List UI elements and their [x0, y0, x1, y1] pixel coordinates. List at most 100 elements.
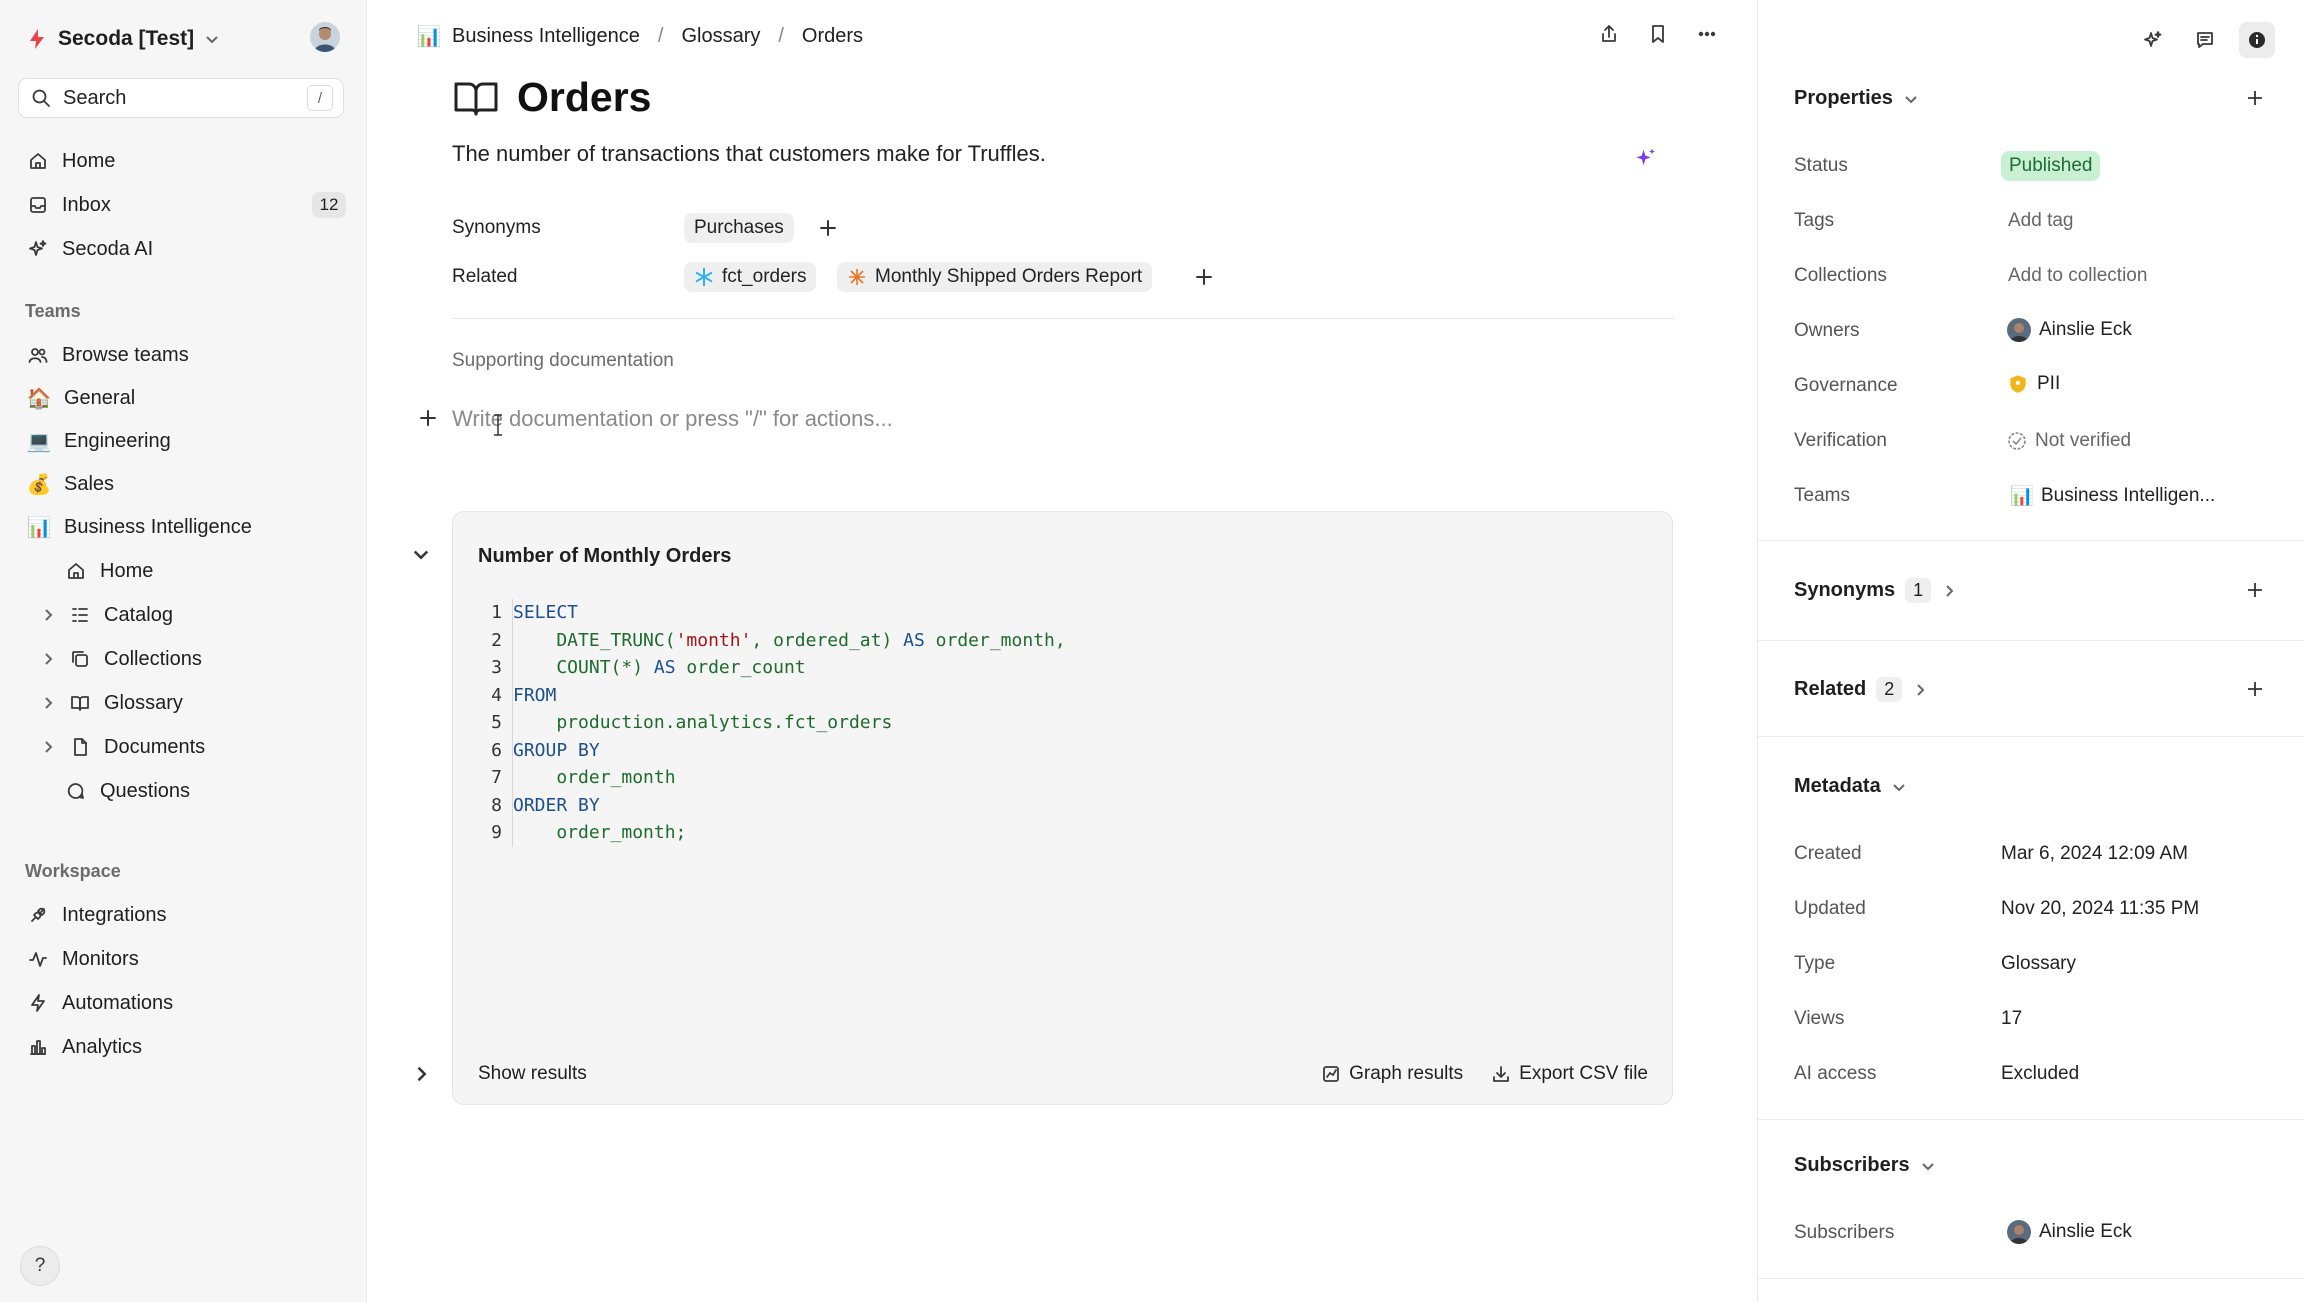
plug-icon [31, 907, 46, 922]
add-tag-button[interactable]: Add tag [2008, 210, 2074, 232]
teams-value[interactable]: 📊 Business Intelligen... [2010, 485, 2215, 507]
related-header[interactable]: Related 2 [1794, 677, 1928, 702]
chevron-right-icon[interactable] [40, 651, 56, 667]
chart-icon [1323, 1066, 1340, 1082]
sql-editor[interactable]: 1 SELECT 2 DATE_TRUNC('month', ordered_at)… [478, 599, 1066, 847]
nav-item-home[interactable]: Home [18, 142, 350, 180]
bi-item-collections[interactable]: Collections [30, 640, 350, 678]
nav-item-browse-teams[interactable]: Browse teams [18, 336, 350, 374]
search-input[interactable]: Search / [18, 78, 344, 118]
code-token: DATE_TRUNC( [513, 629, 676, 651]
nav-item-inbox[interactable]: Inbox 12 [18, 186, 350, 224]
page-description[interactable]: The number of transactions that customer… [452, 141, 1046, 167]
more-actions-button[interactable] [1697, 24, 1717, 44]
nav-item-team-business-intelligence[interactable]: 📊 Business Intelligence [18, 508, 350, 546]
add-related-icon[interactable] [1193, 266, 1215, 288]
code-line: 9 order_month; [478, 819, 1066, 847]
meta-label: AI access [1794, 1063, 1877, 1084]
add-property-icon[interactable] [2245, 88, 2265, 108]
code-token: SELECT [513, 602, 579, 623]
query-block: Number of Monthly Orders 1 SELECT 2 DATE_T… [452, 511, 1673, 1105]
bi-item-home[interactable]: Home [30, 552, 350, 590]
related-chip-report[interactable]: Monthly Shipped Orders Report [837, 262, 1153, 292]
nav-item-monitors[interactable]: Monitors [18, 940, 350, 978]
line-number: 6 [491, 739, 502, 761]
prop-label: Tags [1794, 210, 1835, 231]
verification-value[interactable]: Not verified [2007, 430, 2131, 452]
team-emoji: 📊 [26, 516, 52, 539]
nav-item-automations[interactable]: Automations [18, 984, 350, 1022]
nav-label: Glossary [104, 691, 183, 714]
sparkles-icon [2144, 31, 2162, 47]
nav-item-analytics[interactable]: Analytics [18, 1028, 350, 1066]
nav-label: Monitors [62, 947, 139, 970]
breadcrumb-separator: / [657, 25, 664, 47]
meta-value-ai-access[interactable]: Excluded [2001, 1063, 2079, 1085]
nav-item-team-engineering[interactable]: 💻 Engineering [18, 422, 350, 460]
subscribers-header[interactable]: Subscribers [1794, 1154, 1936, 1177]
add-synonym-icon[interactable] [2245, 580, 2265, 600]
snowflake-icon [695, 268, 713, 286]
chevron-right-icon[interactable] [411, 1064, 431, 1084]
graph-results-button[interactable]: Graph results [1321, 1063, 1463, 1085]
code-text: production.analytics.fct_orders [512, 709, 892, 737]
bi-item-questions[interactable]: Questions [30, 772, 350, 810]
status-value[interactable]: Published [2001, 151, 2101, 181]
synonyms-header[interactable]: Synonyms 1 [1794, 578, 1957, 603]
share-button[interactable] [1599, 24, 1619, 44]
bookmark-button[interactable] [1648, 24, 1668, 44]
user-avatar[interactable] [310, 22, 340, 52]
add-block-icon[interactable] [417, 407, 439, 429]
chevron-down-icon[interactable] [411, 544, 431, 564]
subscriber-value[interactable]: Ainslie Eck [2007, 1220, 2132, 1244]
add-synonym-icon[interactable] [817, 217, 839, 239]
search-shortcut: / [307, 85, 333, 111]
nav-item-secoda-ai[interactable]: Secoda AI [18, 230, 350, 268]
sidebar: Secoda [Test] Search / Home Inbox 12 Sec… [0, 0, 367, 1302]
tableau-icon [849, 269, 865, 285]
chevron-right-icon[interactable] [40, 739, 56, 755]
panel-toolbar [2135, 22, 2275, 58]
add-related-icon[interactable] [2245, 679, 2265, 699]
breadcrumb-item-team[interactable]: Business Intelligence [452, 25, 640, 48]
help-button[interactable]: ? [20, 1246, 60, 1286]
chevron-right-icon[interactable] [40, 695, 56, 711]
team-emoji: 📊 [416, 26, 442, 48]
nav-label: Documents [104, 735, 206, 758]
metadata-header[interactable]: Metadata [1794, 775, 1907, 798]
ai-button[interactable] [2135, 22, 2171, 58]
nav-label: Home [100, 559, 154, 582]
breadcrumb-item-glossary[interactable]: Glossary [681, 25, 760, 48]
breadcrumb-item-current[interactable]: Orders [802, 25, 863, 48]
nav-label: Inbox [62, 193, 111, 216]
info-button[interactable] [2239, 22, 2275, 58]
button-label: Export CSV file [1519, 1063, 1648, 1084]
chevron-right-icon[interactable] [40, 607, 56, 623]
nav-item-team-sales[interactable]: 💰 Sales [18, 465, 350, 503]
ai-sparkle-icon[interactable] [1634, 146, 1658, 170]
documentation-editor[interactable]: Write documentation or press "/" for act… [452, 406, 893, 432]
add-collection-button[interactable]: Add to collection [2008, 265, 2147, 287]
owner-value[interactable]: Ainslie Eck [2007, 318, 2132, 342]
nav-item-integrations[interactable]: Integrations [18, 896, 350, 934]
divider [1758, 640, 2304, 641]
workspace-switcher[interactable]: Secoda [Test] [26, 24, 220, 54]
show-results-button[interactable]: Show results [478, 1063, 587, 1085]
bi-item-catalog[interactable]: Catalog [30, 596, 350, 634]
teams-section-label: Teams [25, 301, 81, 321]
governance-value[interactable]: PII [2007, 373, 2060, 395]
bi-item-glossary[interactable]: Glossary [30, 684, 350, 722]
synonym-chip[interactable]: Purchases [684, 213, 794, 243]
line-number: 1 [491, 602, 502, 624]
comments-button[interactable] [2187, 22, 2223, 58]
code-token: order_count [675, 657, 806, 678]
page-title[interactable]: Orders [517, 74, 651, 121]
query-title[interactable]: Number of Monthly Orders [478, 545, 731, 568]
export-csv-button[interactable]: Export CSV file [1491, 1063, 1648, 1085]
properties-header[interactable]: Properties [1794, 87, 1919, 110]
nav-item-team-general[interactable]: 🏠 General [18, 379, 350, 417]
code-text: order_month; [512, 819, 686, 847]
bi-item-documents[interactable]: Documents [30, 728, 350, 766]
nav-label: Analytics [62, 1035, 143, 1058]
related-chip-fct-orders[interactable]: fct_orders [684, 262, 817, 292]
